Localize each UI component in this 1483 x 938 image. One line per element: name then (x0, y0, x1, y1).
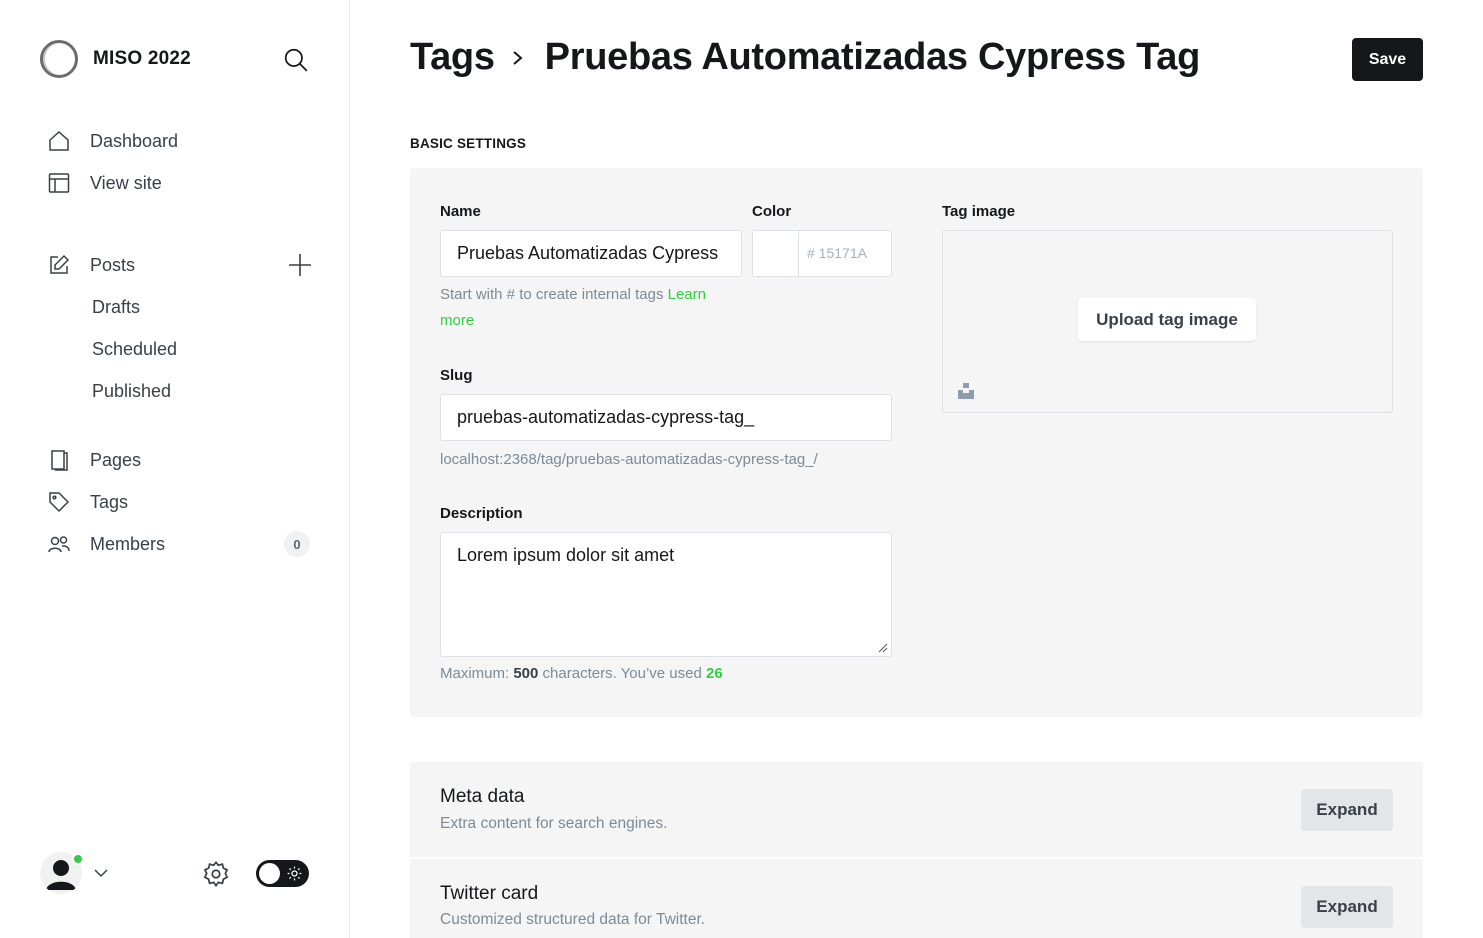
nav-label-dashboard: Dashboard (90, 130, 179, 151)
search-button[interactable] (282, 46, 310, 74)
description-text: Lorem ipsum dolor sit amet (457, 545, 675, 565)
twitter-card-subtitle: Customized structured data for Twitter. (440, 911, 706, 928)
settings-gear-icon[interactable] (202, 860, 230, 888)
resize-handle-icon[interactable] (878, 643, 888, 653)
layout-icon (46, 170, 72, 196)
color-label: Color (752, 203, 792, 220)
chevron-right-icon (513, 50, 523, 65)
color-swatch[interactable] (753, 231, 799, 276)
site-logo-icon (40, 40, 78, 78)
tag-image-dropzone[interactable]: Upload tag image (942, 230, 1393, 413)
nav-sub-label: Scheduled (92, 338, 178, 359)
breadcrumb: Tags Pruebas Automatizadas Cypress Tag (410, 36, 1200, 79)
nav-sub-label: Published (92, 380, 172, 401)
nav-item-members[interactable]: Members 0 (46, 523, 316, 565)
twitter-card-title: Twitter card (440, 883, 539, 904)
description-counter: Maximum: 500 characters. You’ve used 26 (440, 665, 723, 682)
sidebar-footer (40, 852, 312, 896)
unsplash-icon[interactable] (957, 382, 975, 400)
counter-max: 500 (513, 665, 539, 682)
nav-label-tags: Tags (90, 491, 129, 512)
nav-label-members: Members (90, 533, 166, 554)
nav-item-tags[interactable]: Tags (46, 481, 316, 523)
meta-data-section: Meta data Extra content for search engin… (410, 762, 1423, 857)
counter-prefix: Maximum: (440, 665, 510, 682)
basic-settings-panel: Name Pruebas Automatizadas Cypress Start… (410, 168, 1423, 717)
slug-url: localhost:2368/tag/pruebas-automatizadas… (440, 451, 818, 468)
nav-sub-drafts[interactable]: Drafts (46, 286, 316, 328)
sun-icon (287, 866, 302, 881)
nav-label-posts: Posts (90, 254, 136, 275)
section-title: BASIC SETTINGS (410, 136, 527, 151)
color-picker[interactable]: # 15171A (752, 230, 892, 277)
members-icon (46, 531, 72, 557)
slug-input[interactable]: pruebas-automatizadas-cypress-tag_ (440, 394, 892, 441)
page-title: Pruebas Automatizadas Cypress Tag (544, 36, 1201, 78)
nav-posts: Posts Drafts Scheduled Published (46, 244, 316, 412)
nav-label-view-site: View site (90, 172, 162, 193)
twitter-card-section: Twitter card Customized structured data … (410, 859, 1423, 938)
home-icon (46, 128, 72, 154)
main-content: Tags Pruebas Automatizadas Cypress Tag S… (410, 0, 1423, 938)
nav-item-pages[interactable]: Pages (46, 439, 316, 481)
nav-item-dashboard[interactable]: Dashboard (46, 120, 316, 162)
counter-used: 26 (706, 665, 723, 682)
online-status-dot (72, 853, 84, 865)
meta-data-title: Meta data (440, 786, 525, 807)
nav-sub-scheduled[interactable]: Scheduled (46, 328, 316, 370)
nav-sub-published[interactable]: Published (46, 370, 316, 412)
meta-data-subtitle: Extra content for search engines. (440, 815, 668, 832)
nav-primary: Dashboard View site (46, 120, 316, 204)
name-hint-text: Start with # to create internal tags (440, 286, 664, 303)
nav-secondary: Pages Tags Members 0 (46, 439, 316, 565)
nav-sub-label: Drafts (92, 296, 141, 317)
sidebar: MISO 2022 Dashboard View site Posts Draf… (0, 0, 350, 938)
color-hex-input[interactable]: # 15171A (807, 245, 867, 261)
search-icon (284, 48, 308, 72)
page-icon (46, 447, 72, 473)
theme-toggle[interactable] (256, 860, 309, 887)
chevron-down-icon[interactable] (92, 864, 110, 882)
toggle-knob (259, 863, 280, 884)
save-button[interactable]: Save (1352, 38, 1423, 81)
twitter-card-expand-button[interactable]: Expand (1301, 886, 1393, 928)
brand[interactable]: MISO 2022 (40, 40, 191, 78)
edit-icon (46, 252, 72, 278)
nav-label-pages: Pages (90, 449, 142, 470)
breadcrumb-parent-link[interactable]: Tags (410, 36, 495, 79)
new-post-plus-icon[interactable] (288, 253, 312, 277)
name-hint: Start with # to create internal tags Lea… (440, 282, 740, 334)
tag-image-label: Tag image (942, 203, 1016, 220)
members-count-badge: 0 (284, 531, 310, 557)
description-label: Description (440, 505, 523, 522)
meta-data-expand-button[interactable]: Expand (1301, 789, 1393, 831)
tag-icon (46, 489, 72, 515)
description-textarea[interactable]: Lorem ipsum dolor sit amet (440, 532, 892, 657)
name-label: Name (440, 203, 481, 220)
upload-tag-image-button[interactable]: Upload tag image (1078, 298, 1256, 341)
nav-item-posts[interactable]: Posts (46, 244, 316, 286)
counter-mid: characters. You’ve used (542, 665, 702, 682)
site-name: MISO 2022 (93, 48, 191, 69)
name-input[interactable]: Pruebas Automatizadas Cypress (440, 230, 742, 277)
slug-label: Slug (440, 367, 473, 384)
nav-item-view-site[interactable]: View site (46, 162, 316, 204)
